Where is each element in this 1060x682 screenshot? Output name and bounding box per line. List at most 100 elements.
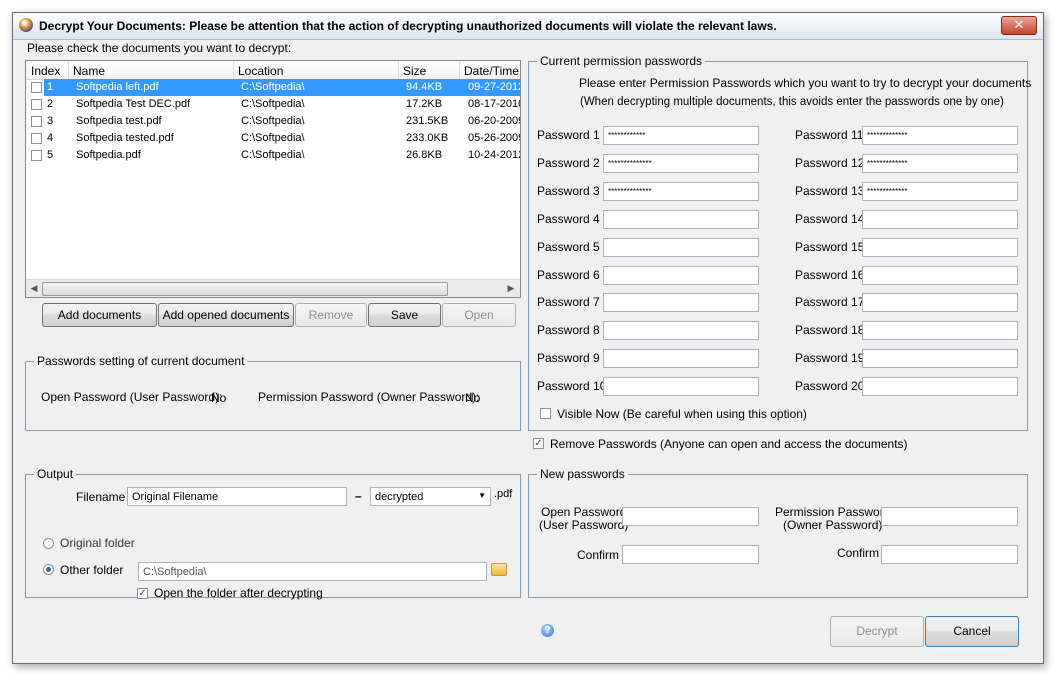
row-checkbox[interactable]: [31, 116, 42, 127]
add-opened-documents-button[interactable]: Add opened documents: [158, 303, 294, 327]
password-12-label: Password 12: [795, 155, 865, 170]
open-button[interactable]: Open: [442, 303, 516, 327]
password-10-label: Password 10: [537, 379, 607, 394]
password-13-input[interactable]: *************: [862, 181, 1018, 201]
row-name: Softpedia left.pdf: [76, 81, 159, 93]
table-row[interactable]: 5 Softpedia.pdf C:\Softpedia\ 26.8KB 10-24-2…: [26, 147, 520, 164]
suffix-dropdown[interactable]: decrypted ▼: [370, 487, 491, 506]
row-index: 5: [47, 149, 54, 161]
remove-button[interactable]: Remove: [295, 303, 367, 327]
row-checkbox[interactable]: [31, 99, 42, 110]
pdf-extension: .pdf: [494, 488, 513, 500]
filename-input[interactable]: Original Filename: [127, 487, 347, 506]
permission-password-value: No: [465, 391, 481, 405]
group-title: Passwords setting of current document: [34, 354, 248, 368]
password-3-input[interactable]: **************: [603, 181, 759, 201]
col-name[interactable]: Name: [73, 64, 105, 78]
new-permission-password-label-2: (Owner Password): [783, 518, 883, 532]
scroll-right-icon[interactable]: ▶: [504, 281, 518, 295]
close-button[interactable]: ✕: [1001, 16, 1037, 35]
password-10-input[interactable]: [603, 377, 759, 397]
password-17-label: Password 17: [795, 295, 865, 310]
group-title: Current permission passwords: [537, 54, 706, 68]
new-open-password-label: Open Password (User Password): [539, 506, 628, 532]
folder-path-input[interactable]: C:\Softpedia\: [138, 562, 487, 581]
password-20-label: Password 20: [795, 379, 865, 394]
password-5-label: Password 5: [537, 239, 600, 254]
chevron-down-icon: ▼: [478, 491, 486, 500]
confirm-permission-password-input[interactable]: [881, 545, 1018, 564]
row-checkbox[interactable]: [31, 82, 42, 93]
remove-passwords-label[interactable]: Remove Passwords (Anyone can open and ac…: [550, 437, 908, 451]
password-2-input[interactable]: **************: [603, 153, 759, 173]
password-5-input[interactable]: [603, 237, 759, 257]
permission-password-label: Permission Password (Owner Password):: [258, 390, 480, 404]
row-location: C:\Softpedia\: [241, 149, 305, 161]
original-folder-label[interactable]: Original folder: [60, 536, 135, 550]
visible-now-checkbox[interactable]: [540, 408, 551, 419]
password-8-input[interactable]: [603, 321, 759, 341]
password-17-input[interactable]: [862, 293, 1018, 313]
permissions-description-2: (When decrypting multiple documents, thi…: [580, 96, 1004, 108]
scroll-left-icon[interactable]: ◀: [27, 281, 41, 295]
col-size[interactable]: Size: [403, 64, 426, 78]
row-date: 06-20-2009: [468, 115, 520, 127]
scroll-thumb[interactable]: [42, 282, 448, 296]
table-row[interactable]: 2 Softpedia Test DEC.pdf C:\Softpedia\ 17.2…: [26, 96, 520, 113]
open-password-value: No: [211, 391, 227, 405]
password-13-label: Password 13: [795, 183, 865, 198]
new-open-password-input[interactable]: [622, 507, 759, 526]
password-11-input[interactable]: *************: [862, 126, 1018, 145]
folder-icon[interactable]: [491, 563, 507, 576]
filename-dash: –: [355, 489, 362, 503]
other-folder-label[interactable]: Other folder: [60, 563, 123, 577]
remove-passwords-checkbox[interactable]: ✓: [533, 438, 544, 449]
table-row[interactable]: 4 Softpedia tested.pdf C:\Softpedia\ 233.0K…: [26, 130, 520, 147]
permissions-description-1: Please enter Permission Passwords which …: [579, 76, 1032, 90]
visible-now-label[interactable]: Visible Now (Be careful when using this …: [557, 407, 807, 421]
row-size: 94.4KB: [406, 81, 443, 93]
cancel-button[interactable]: Cancel: [925, 616, 1019, 647]
permission-passwords-group: Current permission passwords Please ente…: [528, 54, 1032, 431]
password-18-input[interactable]: [862, 321, 1018, 341]
password-19-input[interactable]: [862, 349, 1018, 369]
row-checkbox[interactable]: [31, 133, 42, 144]
row-size: 231.5KB: [406, 115, 449, 127]
table-row[interactable]: 3 Softpedia test.pdf C:\Softpedia\ 231.5KB 0…: [26, 113, 520, 130]
password-4-input[interactable]: [603, 209, 759, 229]
password-18-label: Password 18: [795, 323, 865, 338]
password-7-input[interactable]: [603, 293, 759, 313]
col-date[interactable]: Date/Time: [464, 64, 519, 78]
suffix-value: decrypted: [375, 491, 424, 503]
save-button[interactable]: Save: [368, 303, 441, 327]
horizontal-scrollbar[interactable]: ◀ ▶: [26, 279, 520, 297]
add-documents-button[interactable]: Add documents: [42, 303, 157, 327]
password-20-input[interactable]: [862, 377, 1018, 397]
original-folder-radio[interactable]: [43, 538, 54, 549]
new-permission-password-input[interactable]: [881, 507, 1018, 526]
open-folder-after-checkbox[interactable]: ✓: [137, 588, 148, 599]
password-15-input[interactable]: [862, 237, 1018, 257]
decrypt-button[interactable]: Decrypt: [830, 616, 924, 647]
password-14-input[interactable]: [862, 209, 1018, 229]
password-15-label: Password 15: [795, 239, 865, 254]
password-16-input[interactable]: [862, 265, 1018, 285]
password-9-input[interactable]: [603, 349, 759, 369]
documents-list[interactable]: Index Name Location Size Date/Time 1 Soft…: [25, 60, 521, 298]
row-checkbox[interactable]: [31, 150, 42, 161]
table-row[interactable]: 1 Softpedia left.pdf C:\Softpedia\ 94.4KB 09…: [26, 79, 520, 96]
password-6-input[interactable]: [603, 265, 759, 285]
row-date: 09-27-2012: [468, 81, 520, 93]
open-folder-after-label[interactable]: Open the folder after decrypting: [154, 586, 323, 600]
password-12-input[interactable]: *************: [862, 153, 1018, 173]
help-icon[interactable]: ?: [541, 624, 554, 637]
col-index[interactable]: Index: [31, 64, 60, 78]
other-folder-radio[interactable]: [43, 564, 54, 575]
new-passwords-group: New passwords Open Password (User Passwo…: [528, 467, 1028, 598]
col-location[interactable]: Location: [238, 64, 283, 78]
open-password-label: Open Password (User Password):: [41, 390, 223, 404]
confirm-open-password-input[interactable]: [622, 545, 759, 564]
password-3-label: Password 3: [537, 183, 600, 198]
title-bar: Decrypt Your Documents: Please be attent…: [13, 13, 1043, 40]
password-1-input[interactable]: ************: [603, 126, 759, 145]
